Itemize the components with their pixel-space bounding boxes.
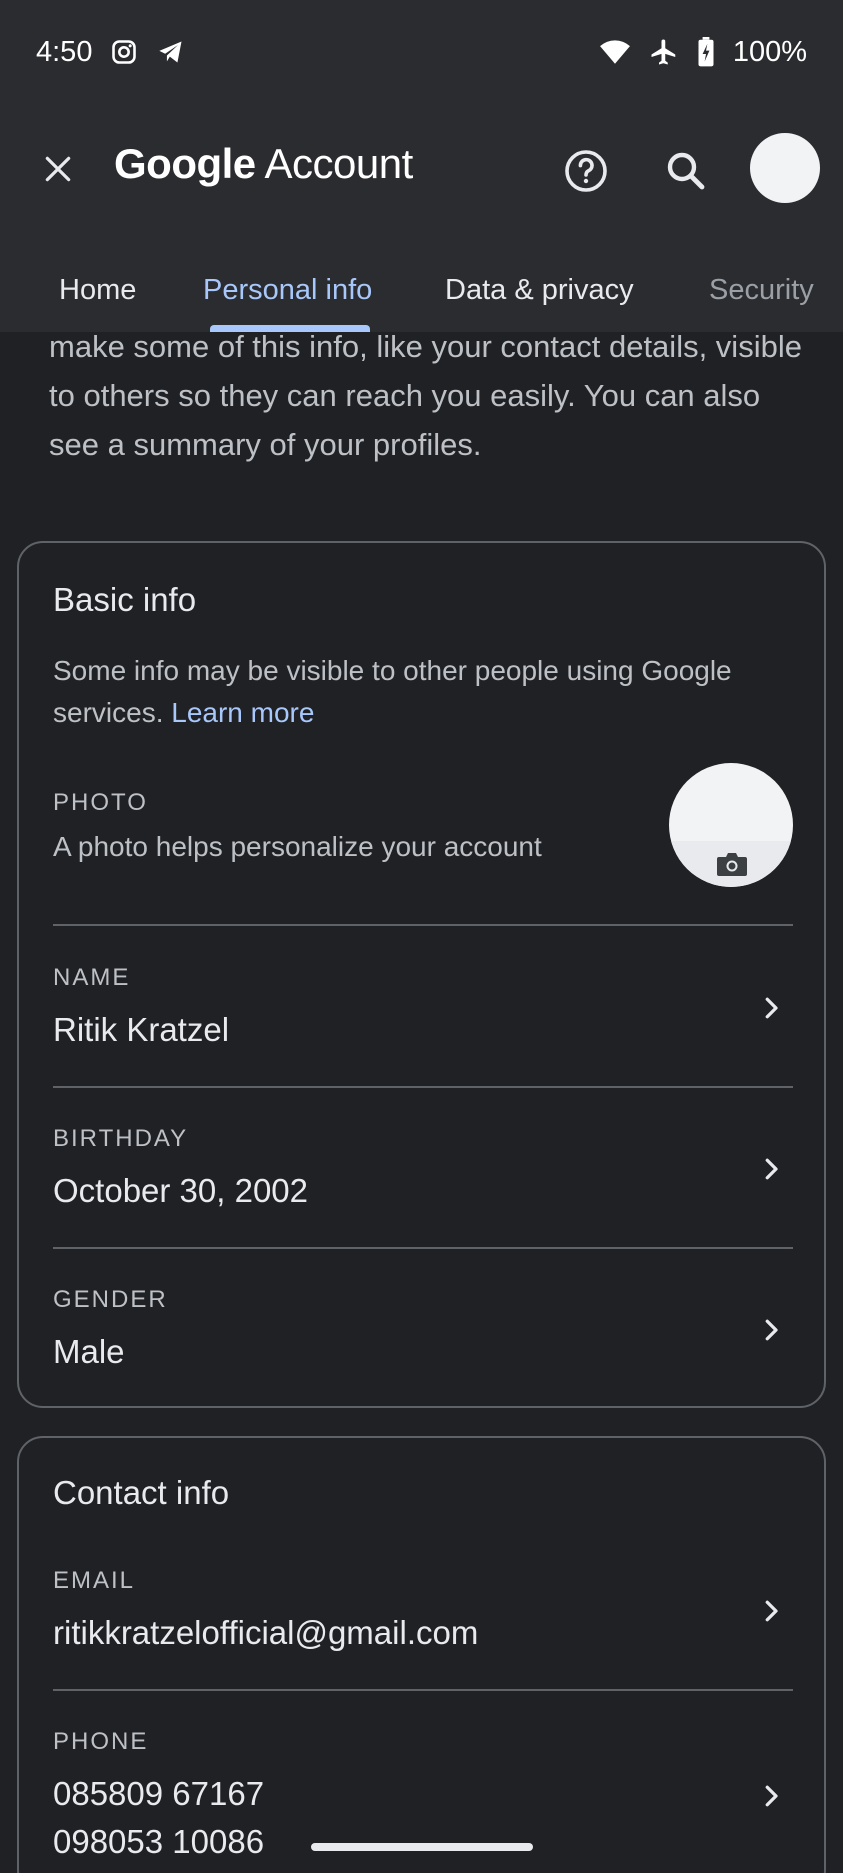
telegram-icon xyxy=(156,38,186,66)
birthday-value: October 30, 2002 xyxy=(53,1172,309,1209)
app-title: Google Account xyxy=(114,140,413,188)
divider xyxy=(53,1247,793,1249)
account-avatar[interactable] xyxy=(750,133,820,203)
gender-row[interactable]: GENDER Male xyxy=(53,1286,793,1376)
name-label: NAME xyxy=(53,964,131,991)
phone-value-1: 085809 67167 xyxy=(53,1775,265,1812)
chevron-right-icon xyxy=(756,1781,786,1811)
gender-label: GENDER xyxy=(53,1286,168,1313)
chevron-right-icon xyxy=(756,1596,786,1626)
chevron-right-icon xyxy=(756,993,786,1023)
contact-info-title: Contact info xyxy=(53,1474,230,1511)
email-value: ritikkratzelofficial@gmail.com xyxy=(53,1614,479,1651)
profile-photo[interactable] xyxy=(669,763,793,887)
instagram-icon xyxy=(110,38,138,66)
divider xyxy=(53,924,793,926)
tab-bar: Home Personal info Data & privacy Securi… xyxy=(0,234,843,332)
intro-text: make some of this info, like your contac… xyxy=(49,329,802,462)
camera-icon xyxy=(716,851,748,877)
chevron-right-icon xyxy=(756,1154,786,1184)
app-bar: Google Account xyxy=(0,104,843,234)
basic-info-title: Basic info xyxy=(53,581,197,618)
help-icon[interactable] xyxy=(562,147,610,195)
email-row[interactable]: EMAIL ritikkratzelofficial@gmail.com xyxy=(53,1567,793,1657)
basic-info-description: Some info may be visible to other people… xyxy=(53,650,793,734)
basic-info-description-text: Some info may be visible to other people… xyxy=(53,655,732,728)
battery-charging-icon xyxy=(697,37,715,67)
tab-security[interactable]: Security xyxy=(709,274,814,307)
airplane-icon xyxy=(649,37,679,67)
tab-data-privacy[interactable]: Data & privacy xyxy=(445,274,634,307)
divider xyxy=(53,1086,793,1088)
basic-info-card: Basic info Some info may be visible to o… xyxy=(17,541,826,1408)
close-icon[interactable] xyxy=(36,147,80,191)
name-row[interactable]: NAME Ritik Kratzel xyxy=(53,964,793,1054)
phone-label: PHONE xyxy=(53,1728,149,1755)
wifi-icon xyxy=(599,39,631,65)
tab-home[interactable]: Home xyxy=(59,274,136,307)
google-wordmark: Google xyxy=(114,140,256,187)
battery-percent: 100% xyxy=(732,35,807,68)
name-value: Ritik Kratzel xyxy=(53,1011,230,1048)
divider xyxy=(53,1689,793,1691)
account-label: Account xyxy=(264,140,414,187)
search-icon[interactable] xyxy=(662,147,710,195)
learn-more-link[interactable]: Learn more xyxy=(171,697,314,728)
birthday-row[interactable]: BIRTHDAY October 30, 2002 xyxy=(53,1125,793,1215)
email-label: EMAIL xyxy=(53,1567,136,1594)
contact-info-card: Contact info EMAIL ritikkratzelofficial@… xyxy=(17,1436,826,1873)
home-indicator[interactable] xyxy=(311,1843,533,1851)
chevron-right-icon xyxy=(756,1315,786,1345)
status-bar: 4:50 100% xyxy=(0,0,843,104)
phone-value-2: 098053 10086 xyxy=(53,1823,265,1860)
status-time: 4:50 xyxy=(36,35,93,68)
gender-value: Male xyxy=(53,1333,125,1370)
tab-personal-info[interactable]: Personal info xyxy=(203,274,372,307)
birthday-label: BIRTHDAY xyxy=(53,1125,189,1152)
